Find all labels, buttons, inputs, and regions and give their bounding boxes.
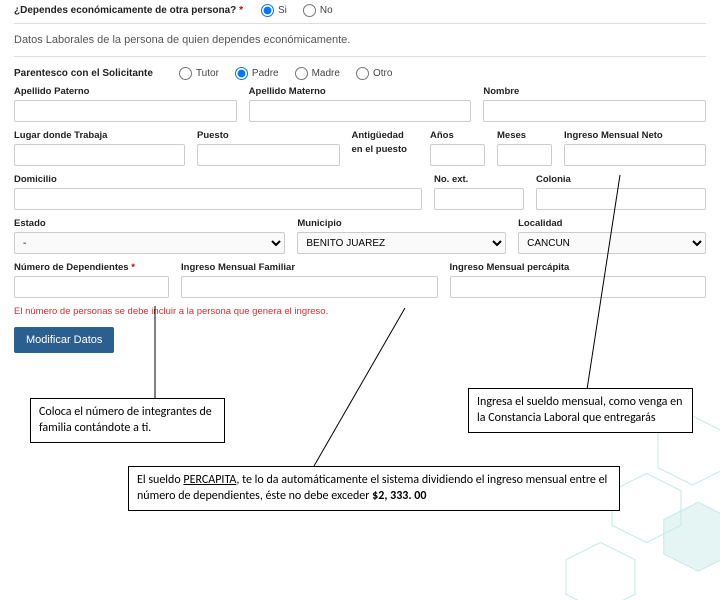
radio-si-label: Si	[278, 5, 287, 16]
address-row: Domicilio No. ext. Colonia	[14, 174, 706, 210]
nombre-label: Nombre	[483, 86, 706, 97]
estado-label: Estado	[14, 218, 285, 229]
ap-pat-input[interactable]	[14, 100, 237, 122]
dependency-question-row: ¿Dependes económicamente de otra persona…	[14, 4, 706, 17]
anos-input[interactable]	[430, 144, 485, 166]
radio-padre-label: Padre	[252, 68, 279, 79]
ingpc-label: Ingreso Mensual percápita	[450, 262, 707, 273]
ap-pat-label: Apellido Paterno	[14, 86, 237, 97]
colonia-input[interactable]	[536, 188, 706, 210]
lugar-label: Lugar donde Trabaja	[14, 130, 185, 141]
localidad-select[interactable]: CANCUN	[518, 232, 706, 254]
dependency-question: ¿Dependes económicamente de otra persona…	[14, 5, 243, 16]
radio-no-label: No	[320, 5, 333, 16]
colonia-label: Colonia	[536, 174, 706, 185]
municipio-select[interactable]: BENITO JUAREZ	[297, 232, 506, 254]
radio-otro[interactable]	[356, 67, 369, 80]
puesto-label: Puesto	[197, 130, 340, 141]
parentesco-row: Parentesco con el Solicitante Tutor Padr…	[14, 67, 706, 80]
form-area: ¿Dependes económicamente de otra persona…	[0, 0, 720, 367]
radio-madre[interactable]	[295, 67, 308, 80]
ap-mat-label: Apellido Materno	[249, 86, 472, 97]
ingfam-input[interactable]	[181, 276, 438, 298]
red-note: El número de personas se debe incluir a …	[14, 306, 706, 317]
ap-mat-input[interactable]	[249, 100, 472, 122]
puesto-input[interactable]	[197, 144, 340, 166]
modificar-datos-button[interactable]: Modificar Datos	[14, 327, 114, 353]
nombre-input[interactable]	[483, 100, 706, 122]
localidad-label: Localidad	[518, 218, 706, 229]
callout-bottom: El sueldo PERCAPITA, te lo da automática…	[128, 466, 620, 511]
municipio-label: Municipio	[297, 218, 506, 229]
radio-padre[interactable]	[235, 67, 248, 80]
estado-select[interactable]: -	[14, 232, 285, 254]
noext-label: No. ext.	[434, 174, 524, 185]
numdep-input[interactable]	[14, 276, 169, 298]
divider	[14, 23, 706, 24]
meses-label: Meses	[497, 130, 552, 141]
meses-input[interactable]	[497, 144, 552, 166]
domicilio-label: Domicilio	[14, 174, 422, 185]
dependency-radio-group: Si No	[261, 4, 345, 17]
name-row: Apellido Paterno Apellido Materno Nombre	[14, 86, 706, 122]
anos-label: Años	[430, 130, 485, 141]
radio-tutor[interactable]	[179, 67, 192, 80]
radio-madre-label: Madre	[312, 68, 340, 79]
parentesco-label: Parentesco con el Solicitante	[14, 68, 153, 79]
ingpc-input[interactable]	[450, 276, 707, 298]
radio-tutor-label: Tutor	[196, 68, 219, 79]
location-row: Estado - Municipio BENITO JUAREZ Localid…	[14, 218, 706, 254]
callout-right: Ingresa el sueldo mensual, como venga en…	[468, 388, 693, 433]
antig-label: Antigüedad	[352, 130, 419, 141]
ingreso-neto-label: Ingreso Mensual Neto	[564, 130, 706, 141]
radio-otro-label: Otro	[373, 68, 392, 79]
ingfam-label: Ingreso Mensual Familiar	[181, 262, 438, 273]
section-title: Datos Laborales de la persona de quien d…	[14, 34, 706, 46]
ingreso-neto-input[interactable]	[564, 144, 706, 166]
radio-si[interactable]	[261, 4, 274, 17]
divider	[14, 56, 706, 57]
domicilio-input[interactable]	[14, 188, 422, 210]
lugar-input[interactable]	[14, 144, 185, 166]
dependents-row: Número de Dependientes * Ingreso Mensual…	[14, 262, 706, 298]
parentesco-radios: Tutor Padre Madre Otro	[179, 67, 404, 80]
noext-input[interactable]	[434, 188, 524, 210]
work-row: Lugar donde Trabaja Puesto Antigüedaden …	[14, 130, 706, 166]
numdep-label: Número de Dependientes *	[14, 262, 169, 273]
radio-no[interactable]	[303, 4, 316, 17]
callout-left: Coloca el número de integrantes de famil…	[30, 398, 225, 443]
